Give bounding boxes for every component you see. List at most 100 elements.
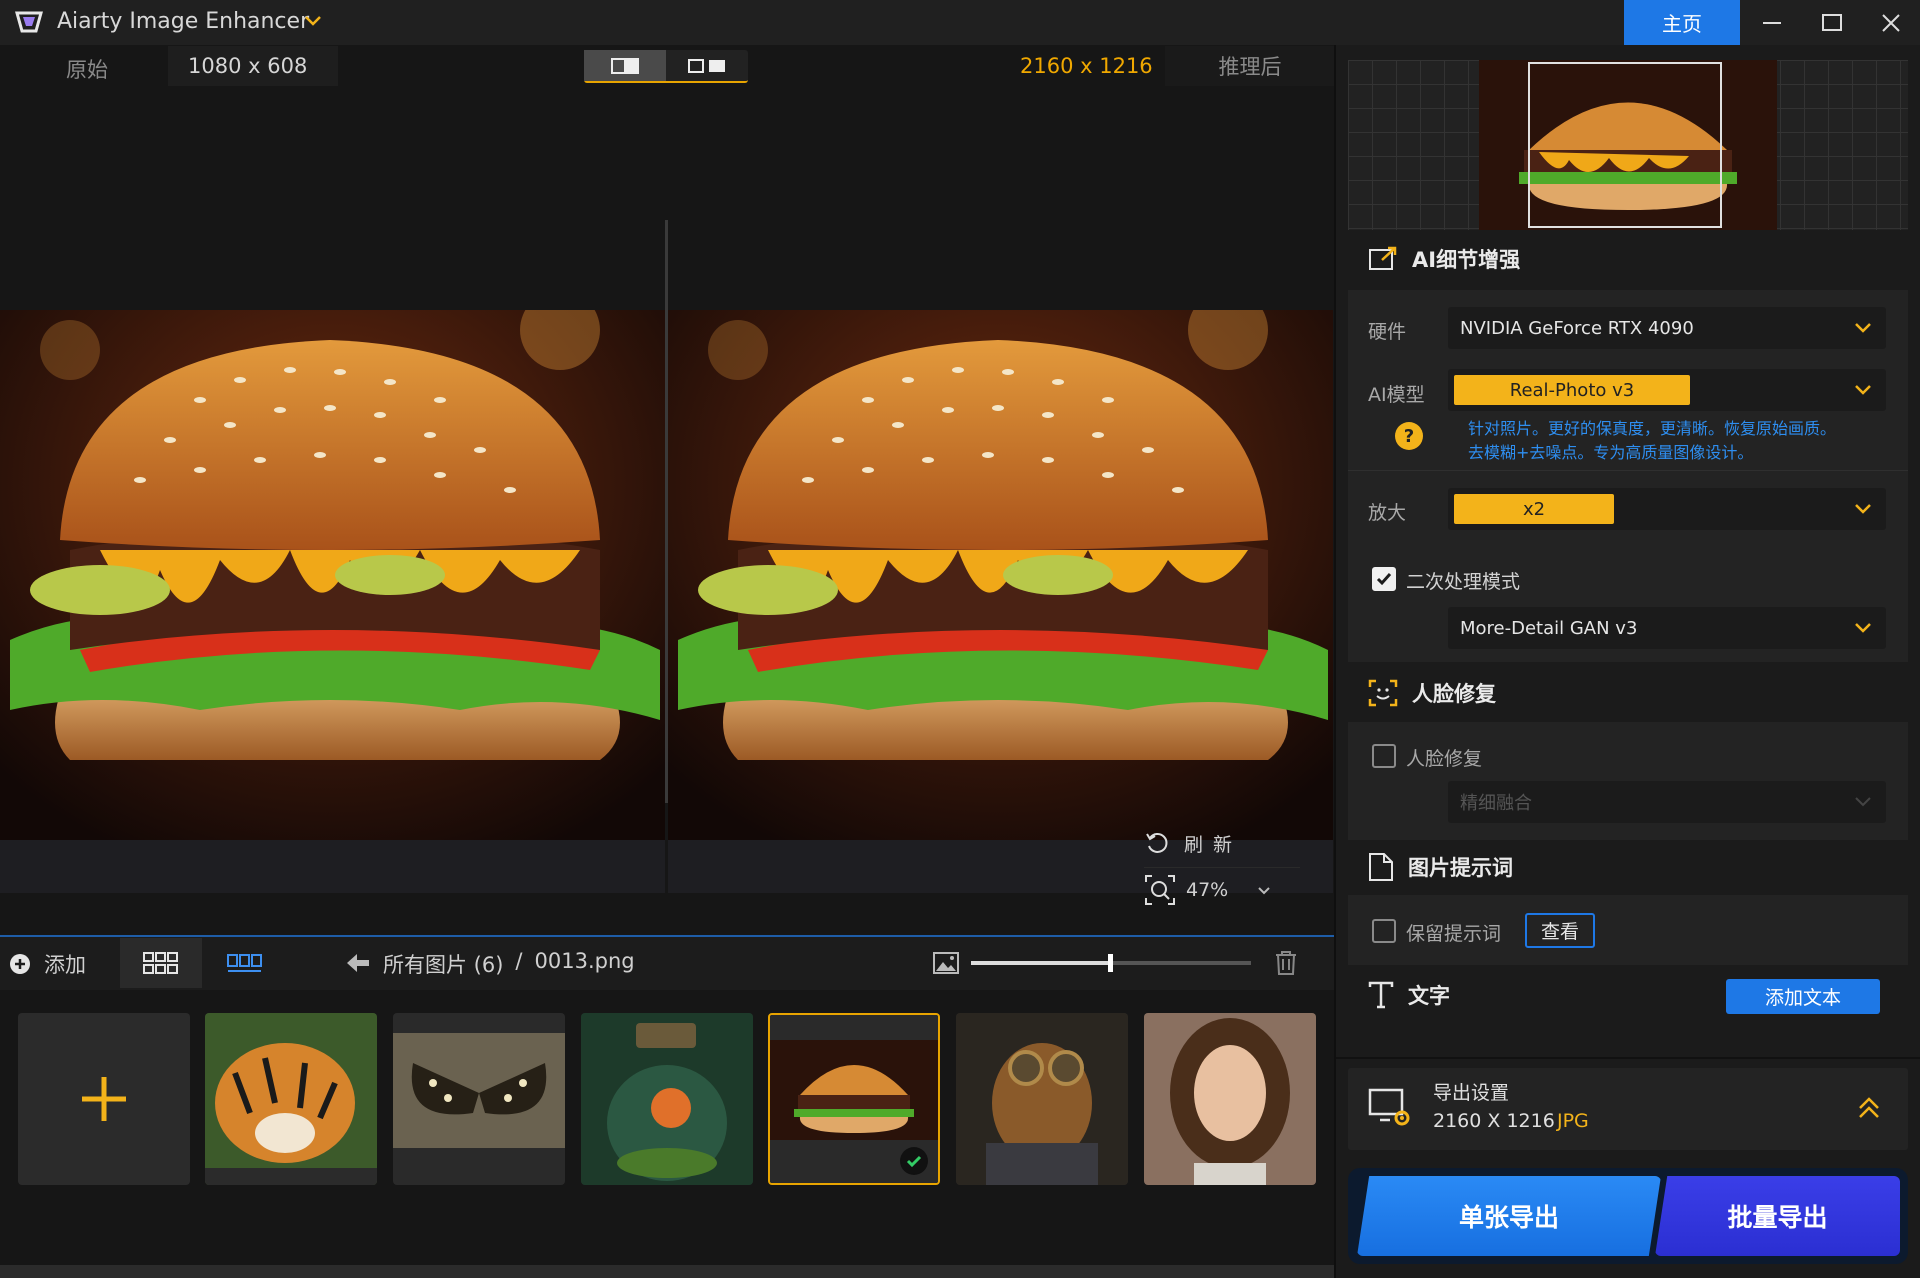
compare-divider[interactable] — [665, 220, 668, 803]
burger-image — [668, 310, 1333, 893]
chevron-down-icon[interactable] — [302, 10, 324, 32]
thumbnail-tiger[interactable] — [205, 1013, 377, 1185]
chevron-down-icon — [1855, 797, 1871, 807]
burger-image — [0, 310, 665, 893]
face-repair-section-title: 人脸修复 — [1368, 678, 1496, 708]
enhanced-image[interactable] — [668, 310, 1333, 893]
chevron-down-icon — [1855, 623, 1871, 633]
trash-icon[interactable] — [1274, 950, 1298, 976]
breadcrumb-file: 0013.png — [534, 949, 635, 973]
split-view-icon — [688, 58, 725, 73]
thumbnail-butterfly[interactable] — [393, 1013, 565, 1185]
single-view-button[interactable] — [584, 50, 666, 81]
hardware-value: NVIDIA GeForce RTX 4090 — [1460, 317, 1694, 339]
app-logo-icon — [15, 11, 43, 33]
zoom-value: 47% — [1186, 878, 1229, 901]
document-icon — [1369, 853, 1393, 881]
zoom-icon — [1145, 874, 1175, 905]
add-label: 添加 — [44, 953, 86, 977]
strip-view-button[interactable] — [220, 938, 270, 988]
ai-enhance-section-title: AI细节增强 — [1368, 244, 1520, 274]
face-mode-select[interactable]: 精细融合 — [1448, 781, 1886, 823]
face-repair-checkbox[interactable] — [1372, 744, 1396, 768]
grid-view-button[interactable] — [120, 938, 202, 988]
export-settings[interactable] — [1348, 1068, 1908, 1150]
export-format: JPG — [1557, 1110, 1589, 1132]
second-pass-checkbox[interactable] — [1372, 567, 1396, 591]
export-title: 导出设置 — [1433, 1082, 1510, 1104]
slider-fill — [971, 961, 1111, 965]
keep-prompt-label: 保留提示词 — [1406, 923, 1502, 945]
chevron-down-icon — [1855, 385, 1871, 395]
image-prompt-section-title: 图片提示词 — [1368, 852, 1513, 882]
original-label: 原始 — [66, 58, 108, 82]
batch-export-button[interactable]: 批量导出 — [1655, 1176, 1900, 1256]
text-icon — [1368, 981, 1394, 1009]
single-view-icon — [611, 57, 639, 74]
minimize-icon[interactable] — [1757, 8, 1787, 38]
chevron-down-icon[interactable] — [1254, 880, 1274, 900]
help-icon[interactable]: ? — [1395, 422, 1423, 450]
close-icon[interactable] — [1876, 8, 1906, 38]
second-pass-model-value: More-Detail GAN v3 — [1460, 617, 1638, 639]
add-image-button[interactable]: 添加 — [8, 946, 86, 982]
original-image[interactable] — [0, 310, 665, 893]
refresh-button[interactable]: 刷新 — [1144, 825, 1294, 861]
chevron-double-up-icon[interactable] — [1855, 1095, 1883, 1121]
text-section-title: 文字 — [1368, 980, 1450, 1010]
butterfly-image — [393, 1033, 565, 1148]
original-size: 1080 x 608 — [168, 46, 338, 86]
ai-model-select[interactable]: Real-Photo v3 — [1448, 369, 1886, 411]
maximize-icon[interactable] — [1817, 8, 1847, 38]
split-view-button[interactable] — [666, 50, 748, 81]
after-label: 推理后 — [1165, 46, 1335, 86]
strip-view-icon — [227, 954, 262, 972]
single-export-button[interactable]: 单张导出 — [1357, 1176, 1661, 1256]
breadcrumb-separator: / — [515, 949, 523, 973]
plus-icon — [82, 1077, 126, 1121]
divider — [1336, 1057, 1920, 1059]
divider — [1348, 470, 1908, 471]
section-title-text: 人脸修复 — [1412, 682, 1496, 706]
thumbnail-portrait[interactable] — [1144, 1013, 1316, 1185]
add-text-button[interactable]: 添加文本 — [1726, 979, 1880, 1014]
enhance-icon — [1369, 246, 1397, 270]
ai-model-label: AI模型 — [1368, 384, 1425, 406]
face-scan-icon — [1368, 679, 1398, 707]
ai-model-value: Real-Photo v3 — [1454, 375, 1690, 405]
zoom-control[interactable]: 47% — [1144, 867, 1300, 907]
face-repair-label: 人脸修复 — [1406, 748, 1483, 770]
scale-value: x2 — [1454, 494, 1614, 524]
export-settings-icon — [1368, 1088, 1410, 1126]
face-mode-value: 精细融合 — [1460, 793, 1532, 814]
view-prompt-button[interactable]: 查看 — [1525, 913, 1595, 948]
refresh-label: 刷新 — [1184, 833, 1243, 856]
keep-prompt-checkbox[interactable] — [1372, 919, 1396, 943]
steampunk-dog-image — [956, 1013, 1128, 1185]
home-tab[interactable]: 主页 — [1624, 0, 1740, 45]
model-description-line-1: 针对照片。更好的保真度，更清晰。恢复原始画质。 — [1468, 419, 1837, 438]
second-pass-model-select[interactable]: More-Detail GAN v3 — [1448, 607, 1886, 649]
slider-handle[interactable] — [1108, 954, 1113, 972]
hardware-select[interactable]: NVIDIA GeForce RTX 4090 — [1448, 307, 1886, 349]
section-title-text: 文字 — [1408, 984, 1450, 1008]
thumbnail-steampunk-dog[interactable] — [956, 1013, 1128, 1185]
navigator-viewport[interactable] — [1528, 62, 1722, 228]
app-title: Aiarty Image Enhancer — [57, 9, 310, 34]
portrait-image — [1144, 1013, 1316, 1185]
selected-check-icon — [900, 1147, 928, 1175]
add-thumbnail-button[interactable] — [18, 1013, 190, 1185]
panel-divider — [1334, 45, 1336, 1278]
horizontal-scrollbar[interactable] — [0, 1265, 1334, 1278]
scale-select[interactable]: x2 — [1448, 488, 1886, 530]
image-icon — [933, 952, 959, 974]
second-pass-label: 二次处理模式 — [1406, 571, 1521, 593]
breadcrumb: 所有图片 (6) / 0013.png — [383, 949, 635, 979]
breadcrumb-folder[interactable]: 所有图片 (6) — [383, 949, 503, 979]
back-arrow-icon[interactable] — [345, 952, 371, 974]
view-mode-toggle[interactable] — [584, 50, 748, 83]
thumbnail-terrarium[interactable] — [581, 1013, 753, 1185]
chevron-down-icon — [1855, 504, 1871, 514]
tiger-image — [205, 1013, 377, 1185]
checkmark-icon — [1376, 573, 1392, 586]
